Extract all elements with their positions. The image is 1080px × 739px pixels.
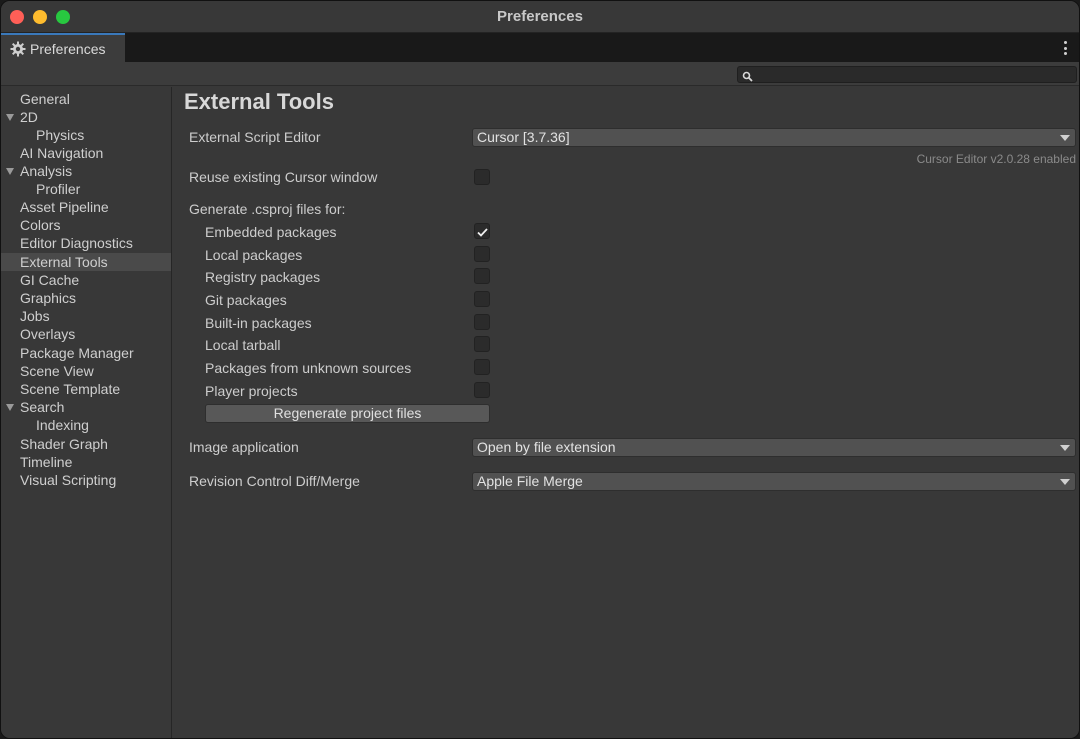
reuse-window-label: Reuse existing Cursor window xyxy=(189,169,378,185)
sidebar-item-physics[interactable]: Physics xyxy=(1,126,171,144)
local-packages-checkbox[interactable] xyxy=(474,246,490,262)
tab-label: Preferences xyxy=(30,40,106,57)
sidebar-item-visual-scripting[interactable]: Visual Scripting xyxy=(1,471,171,489)
sidebar-item-search[interactable]: Search xyxy=(1,398,171,416)
sidebar-item-ai-navigation[interactable]: AI Navigation xyxy=(1,144,171,162)
settings-panel: External Tools External Script Editor Cu… xyxy=(173,87,1079,738)
chevron-down-icon xyxy=(1060,445,1070,451)
sidebar-item-editor-diagnostics[interactable]: Editor Diagnostics xyxy=(1,234,171,252)
window-title: Preferences xyxy=(497,8,583,25)
sidebar-item-colors[interactable]: Colors xyxy=(1,216,171,234)
title-bar: Preferences xyxy=(1,1,1079,33)
csproj-option-label: Local tarball xyxy=(205,337,281,353)
sidebar-item-jobs[interactable]: Jobs xyxy=(1,307,171,325)
generate-csproj-label: Generate .csproj files for: xyxy=(189,201,346,217)
sidebar-item-indexing[interactable]: Indexing xyxy=(1,416,171,434)
embedded-packages-checkbox[interactable] xyxy=(474,223,490,239)
search-field[interactable] xyxy=(737,66,1077,83)
builtin-packages-checkbox[interactable] xyxy=(474,314,490,330)
sidebar-item-general[interactable]: General xyxy=(1,90,171,108)
image-application-value: Open by file extension xyxy=(477,439,616,455)
preferences-sidebar: General 2D Physics AI Navigation Analysi… xyxy=(1,87,172,738)
sidebar-item-analysis[interactable]: Analysis xyxy=(1,162,171,180)
git-packages-checkbox[interactable] xyxy=(474,291,490,307)
script-editor-dropdown[interactable]: Cursor [3.7.36] xyxy=(472,128,1076,147)
sidebar-item-2d[interactable]: 2D xyxy=(1,108,171,126)
local-tarball-checkbox[interactable] xyxy=(474,336,490,352)
csproj-option-label: Player projects xyxy=(205,383,298,399)
sidebar-item-external-tools[interactable]: External Tools xyxy=(1,253,171,271)
tab-bar: Preferences xyxy=(1,33,1079,62)
expand-arrow-icon[interactable] xyxy=(6,114,14,121)
sidebar-item-scene-view[interactable]: Scene View xyxy=(1,362,171,380)
regenerate-project-files-button[interactable]: Regenerate project files xyxy=(205,404,490,423)
csproj-option-label: Built-in packages xyxy=(205,315,312,331)
gear-icon xyxy=(10,41,26,57)
chevron-down-icon xyxy=(1060,135,1070,141)
revision-control-label: Revision Control Diff/Merge xyxy=(189,473,360,489)
script-editor-value: Cursor [3.7.36] xyxy=(477,129,570,145)
sidebar-item-profiler[interactable]: Profiler xyxy=(1,180,171,198)
revision-control-dropdown[interactable]: Apple File Merge xyxy=(472,472,1076,491)
sidebar-item-asset-pipeline[interactable]: Asset Pipeline xyxy=(1,198,171,216)
tab-preferences[interactable]: Preferences xyxy=(1,33,125,62)
chevron-down-icon xyxy=(1060,479,1070,485)
expand-arrow-icon[interactable] xyxy=(6,168,14,175)
csproj-option-label: Git packages xyxy=(205,292,287,308)
csproj-option-label: Local packages xyxy=(205,247,303,263)
sidebar-item-overlays[interactable]: Overlays xyxy=(1,325,171,343)
search-input[interactable] xyxy=(756,67,1072,82)
expand-arrow-icon[interactable] xyxy=(6,404,14,411)
sidebar-item-package-manager[interactable]: Package Manager xyxy=(1,344,171,362)
sidebar-item-scene-template[interactable]: Scene Template xyxy=(1,380,171,398)
sidebar-item-shader-graph[interactable]: Shader Graph xyxy=(1,435,171,453)
revision-control-value: Apple File Merge xyxy=(477,473,583,489)
editor-status-text: Cursor Editor v2.0.28 enabled xyxy=(916,152,1076,166)
search-icon xyxy=(742,69,753,82)
player-projects-checkbox[interactable] xyxy=(474,382,490,398)
page-title: External Tools xyxy=(184,89,334,114)
more-options-icon[interactable] xyxy=(1063,41,1067,55)
preferences-window: Preferences Preferences General 2D Physi… xyxy=(0,0,1080,739)
sidebar-item-gi-cache[interactable]: GI Cache xyxy=(1,271,171,289)
reuse-window-checkbox[interactable] xyxy=(474,169,490,185)
sidebar-item-timeline[interactable]: Timeline xyxy=(1,453,171,471)
csproj-option-label: Registry packages xyxy=(205,269,321,285)
registry-packages-checkbox[interactable] xyxy=(474,268,490,284)
checkmark-icon xyxy=(477,225,488,237)
image-application-label: Image application xyxy=(189,439,299,455)
toolbar xyxy=(1,62,1079,86)
csproj-option-label: Embedded packages xyxy=(205,224,337,240)
csproj-option-label: Packages from unknown sources xyxy=(205,360,412,376)
sidebar-item-graphics[interactable]: Graphics xyxy=(1,289,171,307)
unknown-sources-checkbox[interactable] xyxy=(474,359,490,375)
image-application-dropdown[interactable]: Open by file extension xyxy=(472,438,1076,457)
script-editor-label: External Script Editor xyxy=(189,129,321,145)
